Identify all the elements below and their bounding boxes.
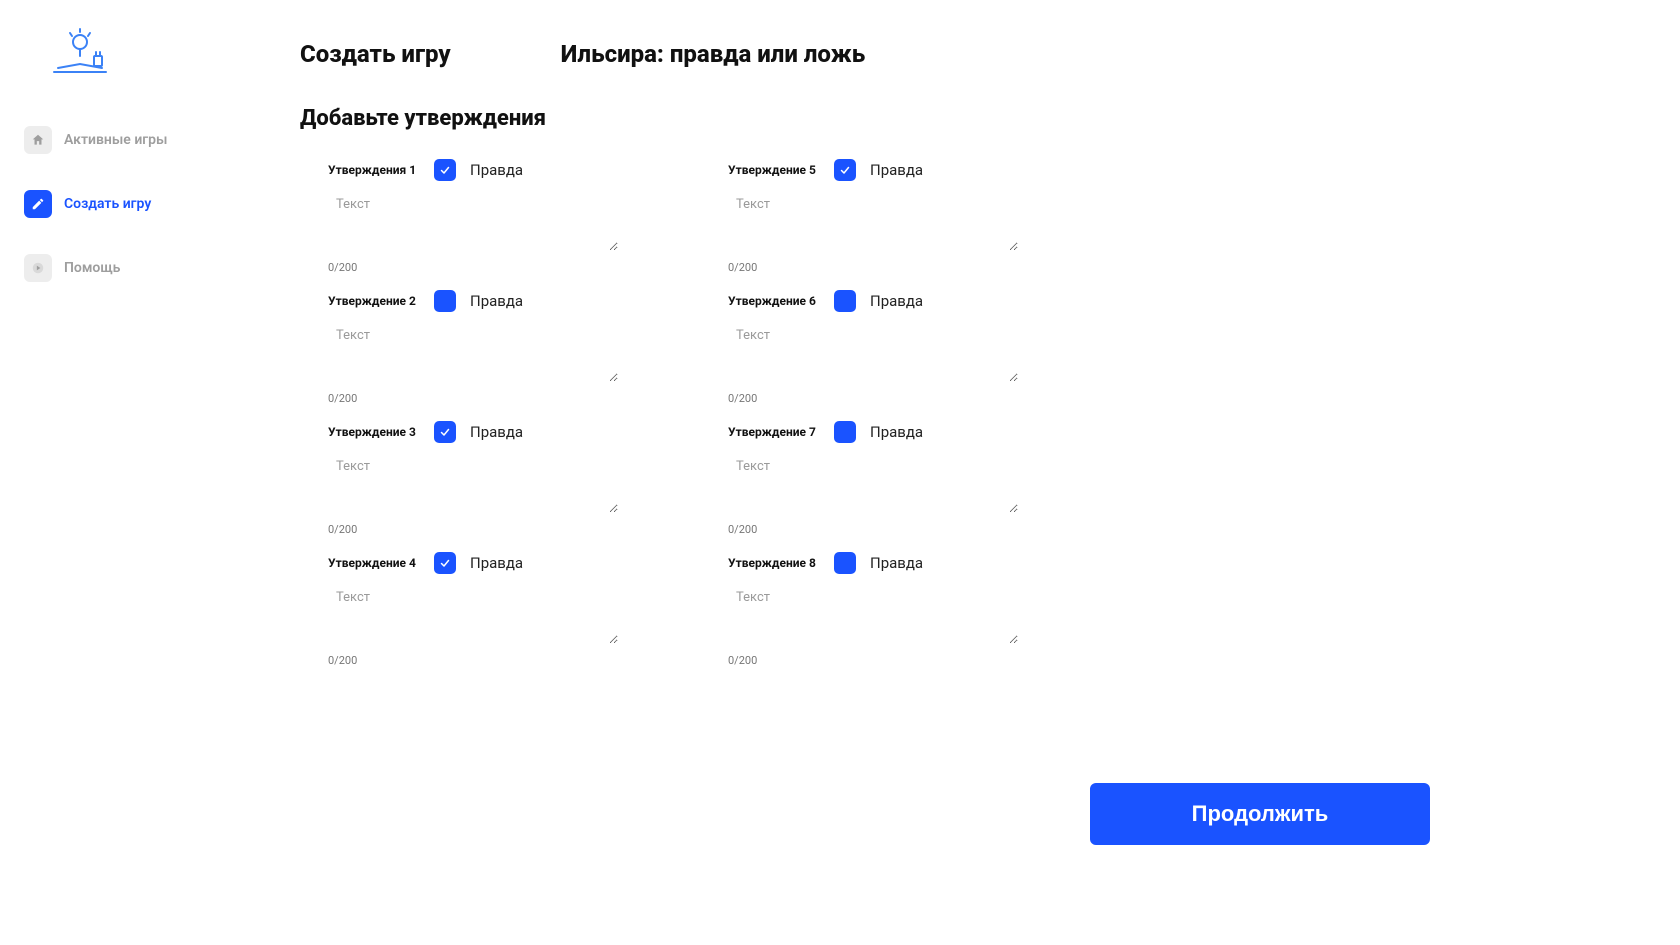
truth-label: Правда: [470, 423, 523, 441]
statement-textarea[interactable]: [328, 322, 618, 382]
section-title: Добавьте утверждения: [300, 106, 1640, 131]
truth-checkbox[interactable]: [434, 552, 456, 574]
sidebar-item-help[interactable]: Помощь: [20, 246, 240, 290]
truth-checkbox[interactable]: [834, 421, 856, 443]
char-counter: 0/200: [300, 261, 640, 274]
pencil-icon: [24, 190, 52, 218]
statements-grid: Утверждения 1 Правда 0/200 Утверждение 2 Пра…: [300, 159, 1640, 683]
char-counter: 0/200: [300, 392, 640, 405]
statement-textarea[interactable]: [328, 453, 618, 513]
truth-checkbox[interactable]: [434, 290, 456, 312]
statement-block: Утверждение 3 Правда 0/200: [300, 421, 640, 536]
statement-block: Утверждение 5 Правда 0/200: [700, 159, 1040, 274]
char-counter: 0/200: [700, 392, 1040, 405]
char-counter: 0/200: [700, 523, 1040, 536]
statement-label: Утверждение 8: [728, 556, 820, 570]
page-title: Создать игру: [300, 40, 451, 68]
sidebar-item-label: Активные игры: [64, 132, 167, 148]
statement-textarea[interactable]: [328, 584, 618, 644]
statement-block: Утверждение 6 Правда 0/200: [700, 290, 1040, 405]
statement-textarea[interactable]: [728, 584, 1018, 644]
char-counter: 0/200: [300, 523, 640, 536]
truth-checkbox[interactable]: [834, 290, 856, 312]
app-logo: [50, 28, 110, 78]
main-content: Создать игру Ильсира: правда или ложь До…: [260, 0, 1680, 945]
truth-label: Правда: [470, 554, 523, 572]
truth-checkbox[interactable]: [434, 421, 456, 443]
continue-button[interactable]: Продолжить: [1090, 783, 1430, 845]
truth-label: Правда: [870, 161, 923, 179]
truth-label: Правда: [870, 554, 923, 572]
statement-block: Утверждения 1 Правда 0/200: [300, 159, 640, 274]
truth-checkbox[interactable]: [834, 552, 856, 574]
char-counter: 0/200: [700, 654, 1040, 667]
statement-textarea[interactable]: [728, 322, 1018, 382]
truth-label: Правда: [870, 423, 923, 441]
statement-label: Утверждения 1: [328, 163, 420, 177]
truth-label: Правда: [470, 161, 523, 179]
play-circle-icon: [24, 254, 52, 282]
statement-block: Утверждение 7 Правда 0/200: [700, 421, 1040, 536]
statement-label: Утверждение 3: [328, 425, 420, 439]
statement-block: Утверждение 4 Правда 0/200: [300, 552, 640, 667]
truth-checkbox[interactable]: [834, 159, 856, 181]
statement-block: Утверждение 8 Правда 0/200: [700, 552, 1040, 667]
sidebar-item-active-games[interactable]: Активные игры: [20, 118, 240, 162]
truth-checkbox[interactable]: [434, 159, 456, 181]
sidebar-item-label: Создать игру: [64, 196, 151, 212]
statement-label: Утверждение 6: [728, 294, 820, 308]
statement-textarea[interactable]: [728, 453, 1018, 513]
statement-block: Утверждение 2 Правда 0/200: [300, 290, 640, 405]
char-counter: 0/200: [300, 654, 640, 667]
statement-textarea[interactable]: [328, 191, 618, 251]
sidebar-item-label: Помощь: [64, 260, 120, 276]
statement-label: Утверждение 2: [328, 294, 420, 308]
statement-label: Утверждение 4: [328, 556, 420, 570]
statement-label: Утверждение 5: [728, 163, 820, 177]
truth-label: Правда: [470, 292, 523, 310]
truth-label: Правда: [870, 292, 923, 310]
home-icon: [24, 126, 52, 154]
statement-label: Утверждение 7: [728, 425, 820, 439]
header: Создать игру Ильсира: правда или ложь: [300, 40, 1640, 68]
sidebar-item-create-game[interactable]: Создать игру: [20, 182, 240, 226]
char-counter: 0/200: [700, 261, 1040, 274]
sidebar: Активные игры Создать игру Помощь: [0, 0, 260, 945]
statement-textarea[interactable]: [728, 191, 1018, 251]
game-title: Ильсира: правда или ложь: [561, 40, 866, 68]
